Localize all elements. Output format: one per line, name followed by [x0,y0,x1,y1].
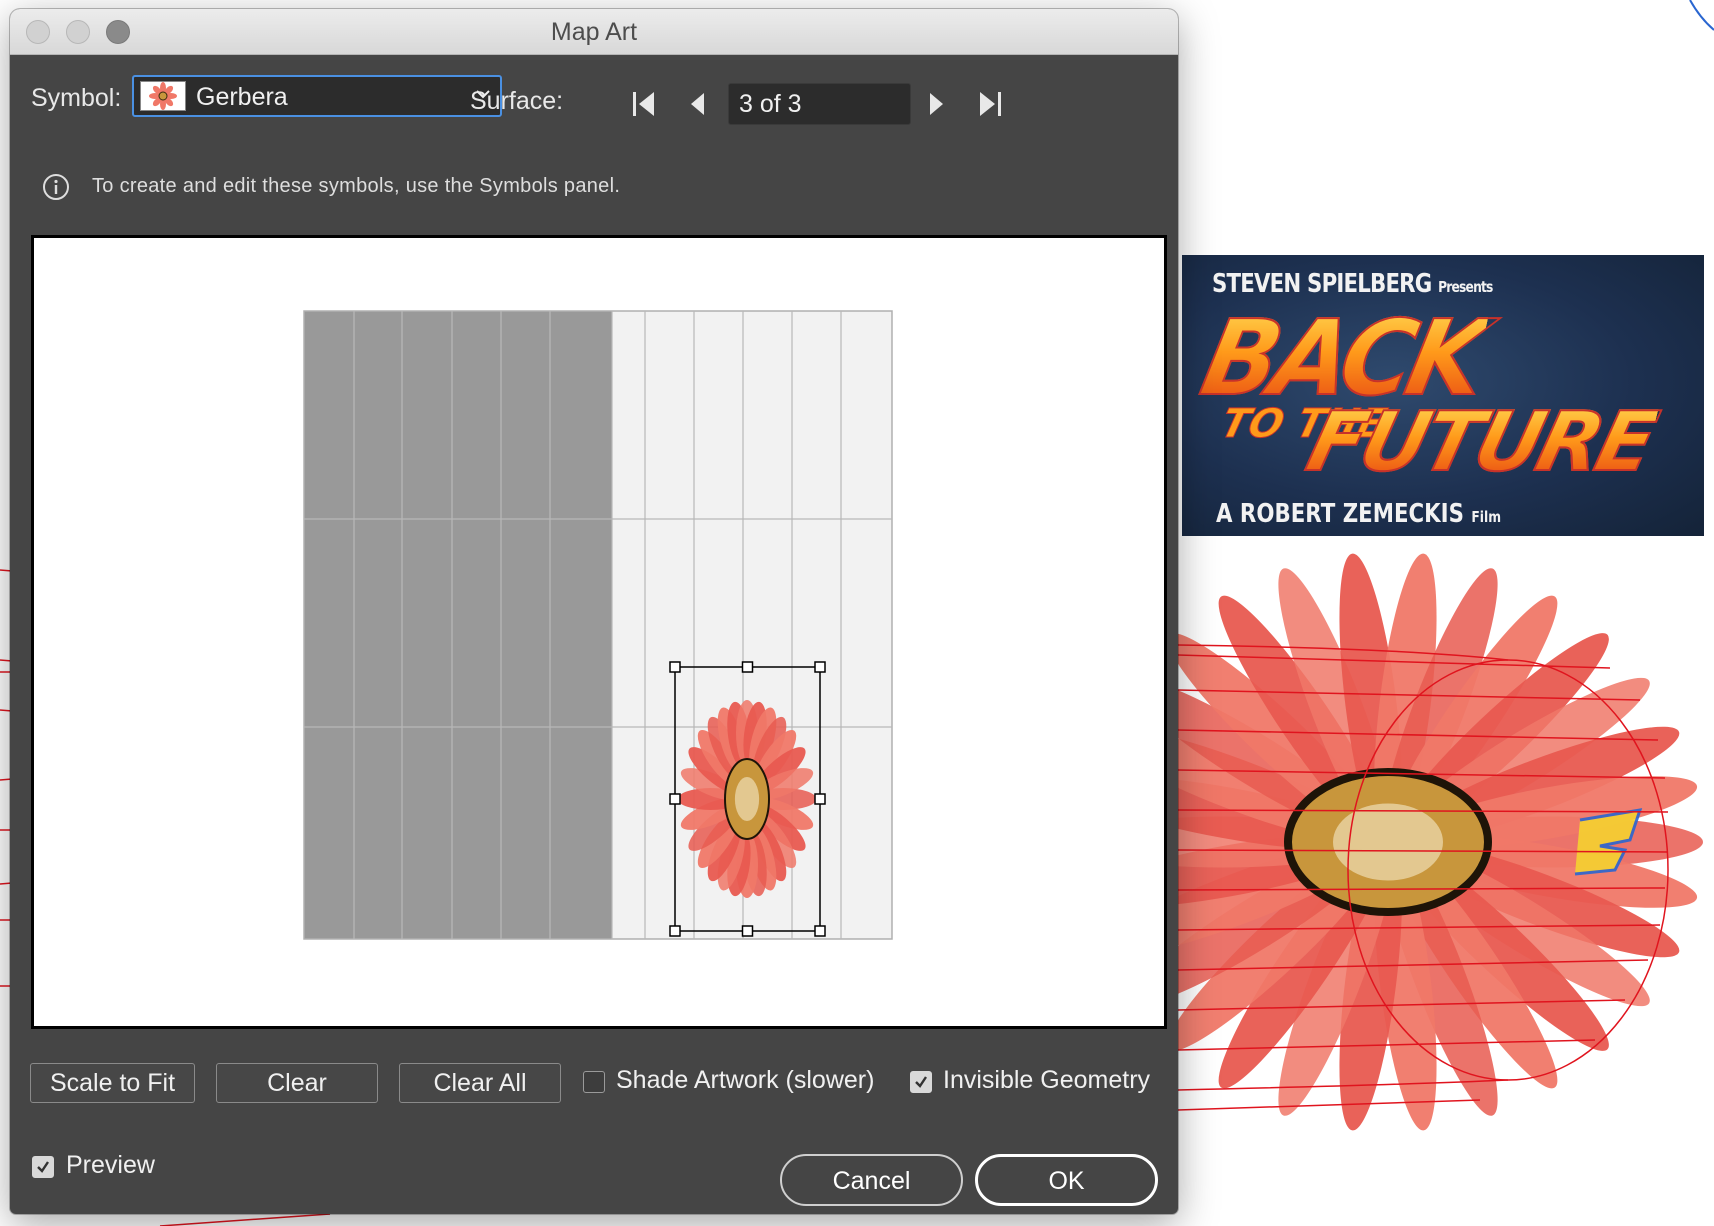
clear-button[interactable]: Clear [216,1063,378,1103]
info-icon [43,174,69,200]
gerbera-thumbnail-icon [140,81,186,111]
shade-artwork-label: Shade Artwork (slower) [616,1066,875,1094]
cancel-button[interactable]: Cancel [780,1154,963,1206]
flower-center-highlight [734,777,760,821]
resize-handle-bottom [741,925,754,937]
resize-handle-top-left [669,661,681,673]
invisible-geometry-checkbox[interactable] [910,1071,932,1093]
info-message: To create and edit these symbols, use th… [92,175,621,197]
poster-presenter: STEVEN SPIELBERG Presents [1212,269,1493,299]
last-surface-icon[interactable] [976,89,1004,119]
resize-handle-bottom-right [814,925,826,937]
surface-preview-area[interactable] [31,235,1167,1029]
scale-to-fit-button[interactable]: Scale to Fit [30,1063,195,1103]
map-art-dialog: Map Art Symbol: Gerbera Surface: 3 of 3 … [10,9,1178,1214]
clear-all-button[interactable]: Clear All [399,1063,561,1103]
title-bar: Map Art [10,9,1178,55]
resize-handle-bottom-left [669,925,681,937]
previous-surface-icon[interactable] [684,89,712,119]
resize-handle-left [669,793,681,805]
surface-counter: 3 of 3 [728,83,911,125]
window-title: Map Art [550,18,638,46]
resize-handle-top [741,661,754,673]
surface-label: Surface: [470,87,564,115]
symbol-dropdown[interactable]: Gerbera [132,75,502,117]
checkmark-icon [915,1076,927,1088]
back-to-the-future-poster: STEVEN SPIELBERG Presents BACK TO THE FU… [1182,255,1704,536]
resize-handle-right [814,793,826,805]
preview-checkbox[interactable] [32,1156,54,1178]
invisible-geometry-label: Invisible Geometry [943,1066,1151,1094]
preview-label: Preview [66,1151,155,1179]
resize-handle-top-right [814,661,826,673]
shade-artwork-checkbox[interactable] [583,1071,605,1093]
symbol-value: Gerbera [196,83,288,111]
next-surface-icon[interactable] [922,89,950,119]
surface-grid [303,310,893,940]
symbol-label: Symbol: [31,84,122,112]
ok-button[interactable]: OK [975,1154,1158,1206]
poster-title-future: FUTURE [1297,394,1663,491]
surface-hidden-region [304,311,612,939]
poster-director: A ROBERT ZEMECKIS Film [1216,499,1502,529]
checkmark-icon [37,1161,49,1173]
surface-value: 3 of 3 [739,90,802,118]
first-surface-icon[interactable] [630,89,658,119]
